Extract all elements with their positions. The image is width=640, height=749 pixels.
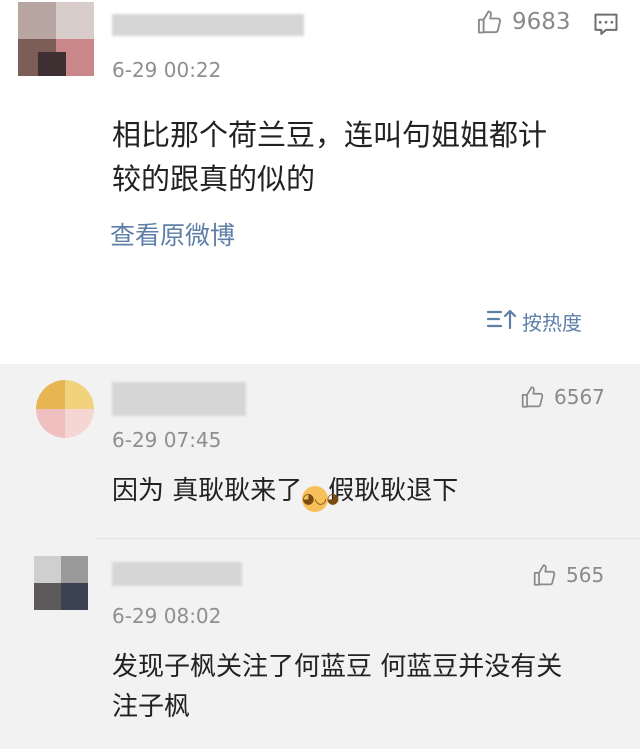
view-original-link[interactable]: 查看原微博 <box>110 216 235 252</box>
thumbs-up-icon <box>476 8 504 36</box>
sort-by-hot-button[interactable]: 按热度 <box>486 307 582 336</box>
like-count: 6567 <box>554 385 605 409</box>
like-count: 9683 <box>512 9 571 35</box>
thumbs-up-icon <box>520 384 546 410</box>
like-button[interactable]: 565 <box>532 562 604 588</box>
reply-time: 6-29 07:45 <box>112 428 222 452</box>
like-button[interactable]: 6567 <box>520 384 605 410</box>
sort-label: 按热度 <box>522 311 582 335</box>
comment-button[interactable] <box>592 10 620 42</box>
reply-text-part-1: 因为 真耿耿来了 <box>112 476 303 506</box>
reply-text-part-2: 假耿耿退下 <box>328 476 459 506</box>
reply-text: 因为 真耿耿来了◕◡◕假耿耿退下 <box>112 470 458 512</box>
comment-time: 6-29 00:22 <box>112 58 222 82</box>
reply-time: 6-29 08:02 <box>112 604 222 628</box>
main-comment: 9683 6-29 00:22 相比那个荷兰豆，连叫句姐姐都计 较的跟真的似的 … <box>0 0 640 364</box>
divider <box>96 538 640 539</box>
username-blurred[interactable] <box>112 382 246 416</box>
username-blurred[interactable] <box>112 562 242 586</box>
reply-text-line-1: 发现子枫关注了何蓝豆 何蓝豆并没有关 <box>112 652 563 682</box>
sort-icon <box>486 307 522 336</box>
reply-text-line-2: 注子枫 <box>112 692 191 722</box>
like-count: 565 <box>566 563 605 587</box>
avatar[interactable] <box>36 380 94 438</box>
comment-text-line-2: 较的跟真的似的 <box>112 162 316 196</box>
like-button[interactable]: 9683 <box>476 8 571 36</box>
avatar[interactable] <box>18 2 94 76</box>
comment-text-line-1: 相比那个荷兰豆，连叫句姐姐都计 <box>112 118 548 152</box>
comment-icon <box>592 13 620 42</box>
avatar[interactable] <box>34 556 88 610</box>
replies-section: 6567 6-29 07:45 因为 真耿耿来了◕◡◕假耿耿退下 565 6-2… <box>0 364 640 749</box>
doge-emoji: ◕◡◕ <box>302 486 339 512</box>
thumbs-up-icon <box>532 562 558 588</box>
username-blurred[interactable] <box>112 14 304 36</box>
